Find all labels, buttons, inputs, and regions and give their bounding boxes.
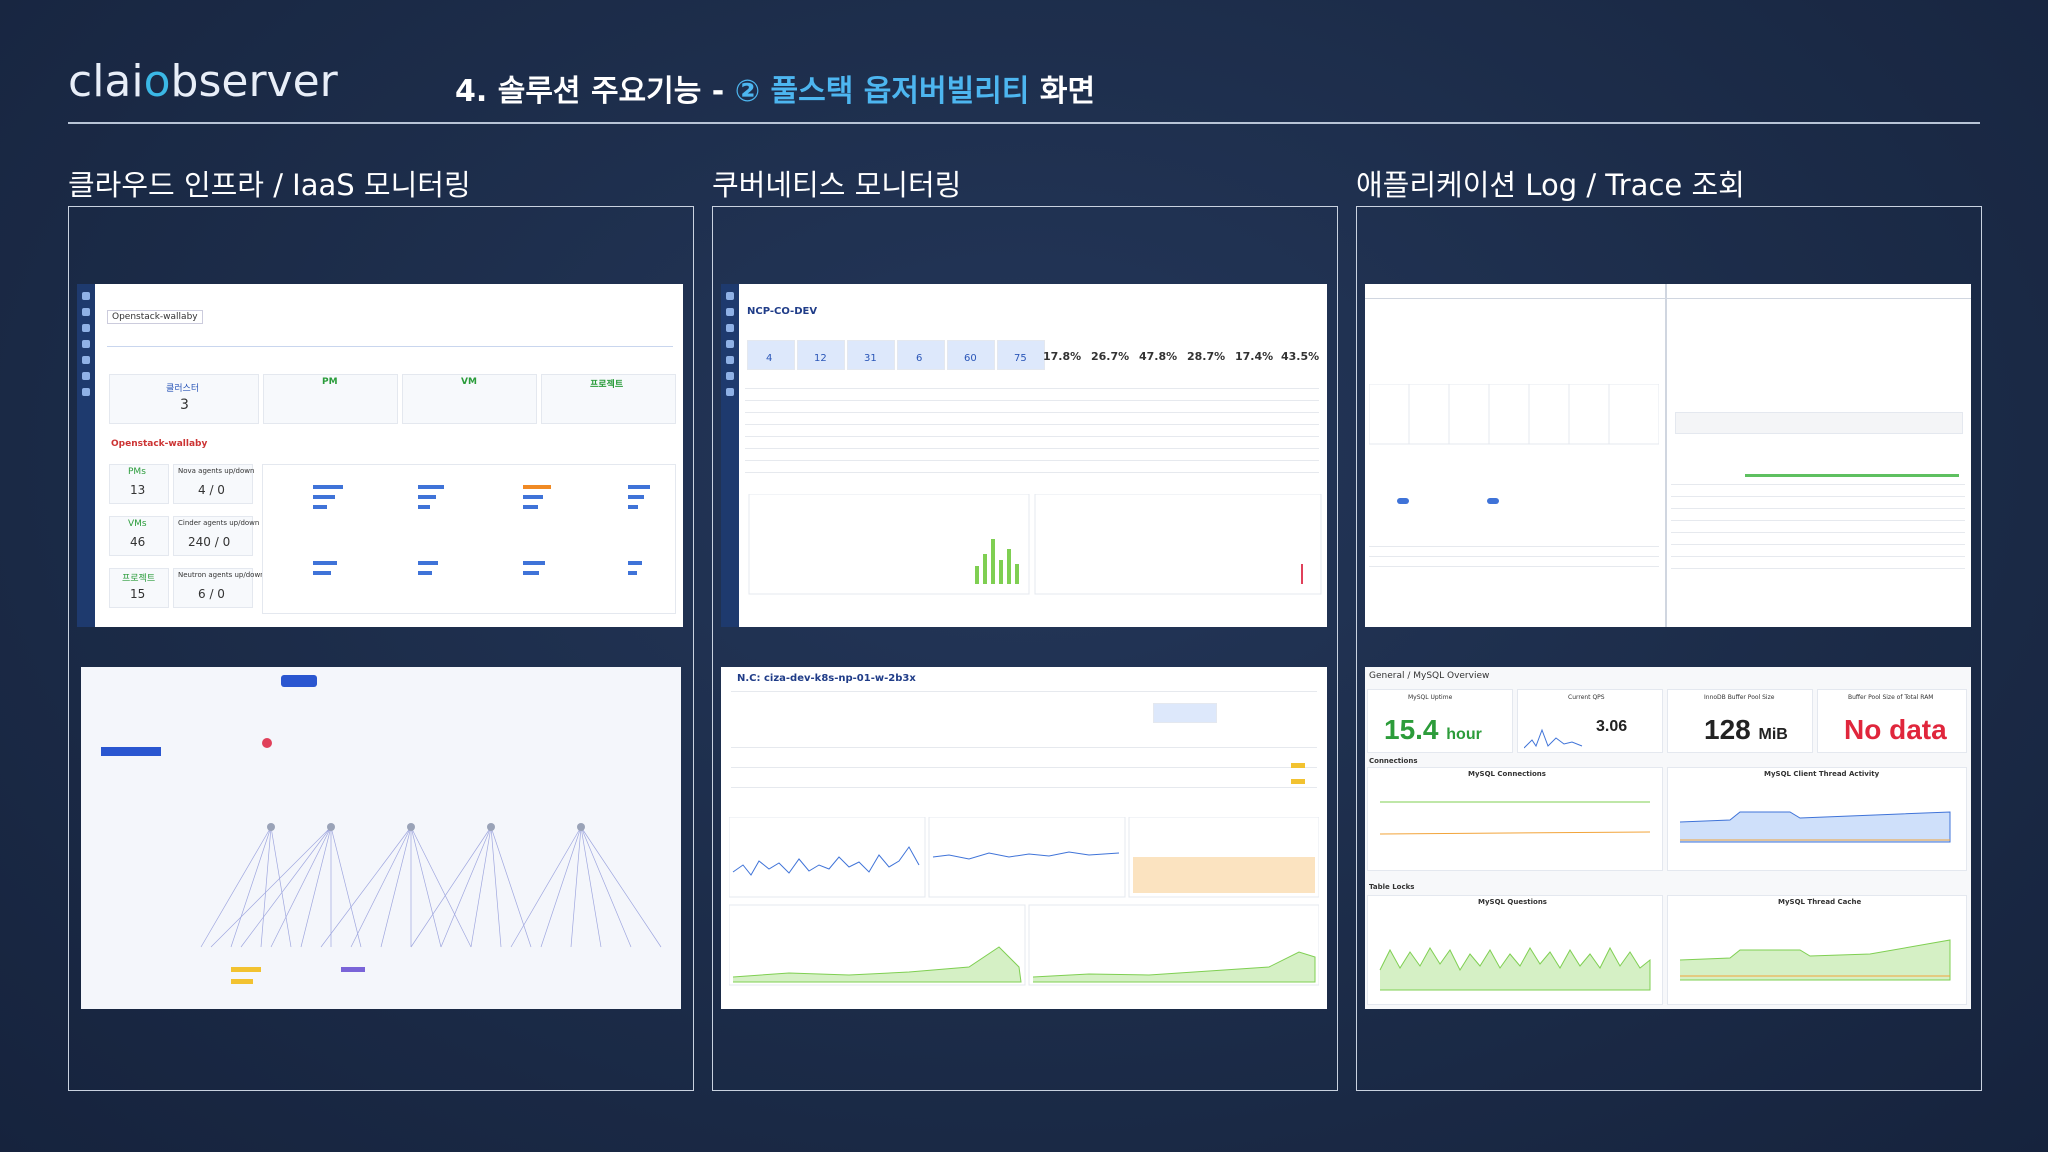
dashboard-title: General / MySQL Overview <box>1369 671 1490 681</box>
topology-graph <box>200 738 662 948</box>
ram-stat: Buffer Pool Size of Total RAM No data <box>1817 689 1967 753</box>
k8s-event-charts <box>748 494 1322 595</box>
cluster-name: NCP-CO-DEV <box>747 306 818 317</box>
pm-card: PM <box>263 374 398 424</box>
screenshot-topology-map <box>81 667 681 1009</box>
header-divider <box>68 122 1980 124</box>
buffer-pool-stat: InnoDB Buffer Pool Size 128 MiB <box>1667 689 1813 753</box>
node-name: N.C: ciza-dev-k8s-np-01-w-2b3x <box>737 673 916 684</box>
project-card: 프로젝트 <box>541 374 676 424</box>
log-volume-chart <box>1369 384 1659 445</box>
section-label-kubernetes: 쿠버네티스 모니터링 <box>712 168 962 202</box>
sidebar-nav <box>721 284 739 627</box>
mysql-thread-activity-chart: MySQL Client Thread Activity <box>1667 767 1967 871</box>
k8s-node-metric-charts <box>729 817 1319 986</box>
qps-stat: Current QPS 3.06 <box>1517 689 1663 753</box>
cluster-card: 클러스터 3 <box>109 374 259 424</box>
tenant-select[interactable]: Openstack-wallaby <box>107 310 203 324</box>
screenshot-grafana-explore <box>1365 284 1971 627</box>
panel-kubernetes: NCP-CO-DEV 4 12 31 6 60 75 17.8% 26.7% 4… <box>712 206 1338 1091</box>
section-label-iaas: 클라우드 인프라 / IaaS 모니터링 <box>68 168 471 202</box>
row-connections: Connections <box>1369 757 1418 765</box>
mysql-questions-chart: MySQL Questions <box>1367 895 1663 1005</box>
title-highlight: ② 풀스택 옵저버빌리티 <box>734 74 1030 109</box>
section-label-app-log-trace: 애플리케이션 Log / Trace 조회 <box>1356 168 1745 202</box>
mysql-connections-chart: MySQL Connections <box>1367 767 1663 871</box>
screenshot-grafana-mysql: General / MySQL Overview MySQL Uptime 15… <box>1365 667 1971 1009</box>
claiobserver-logo: claiobserver <box>68 56 338 107</box>
sidebar-nav <box>77 284 95 627</box>
panel-iaas: Openstack-wallaby 클러스터 3 PM VM 프로젝트 Open… <box>68 206 694 1091</box>
vm-card: VM <box>402 374 537 424</box>
mysql-thread-cache-chart: MySQL Thread Cache <box>1667 895 1967 1005</box>
screenshot-openstack-overview: Openstack-wallaby 클러스터 3 PM VM 프로젝트 Open… <box>77 284 683 627</box>
panel-app-log-trace: General / MySQL Overview MySQL Uptime 15… <box>1356 206 1982 1091</box>
screenshot-k8s-node: N.C: ciza-dev-k8s-np-01-w-2b3x <box>721 667 1327 1009</box>
page-title: 4. 솔루션 주요기능 - ② 풀스택 옵저버빌리티 화면 <box>455 74 1096 109</box>
uptime-stat: MySQL Uptime 15.4 hour <box>1367 689 1513 753</box>
screenshot-k8s-cluster: NCP-CO-DEV 4 12 31 6 60 75 17.8% 26.7% 4… <box>721 284 1327 627</box>
row-table-locks: Table Locks <box>1369 883 1415 891</box>
openstack-group-title: Openstack-wallaby <box>111 439 208 449</box>
top-n-tables <box>262 464 676 614</box>
